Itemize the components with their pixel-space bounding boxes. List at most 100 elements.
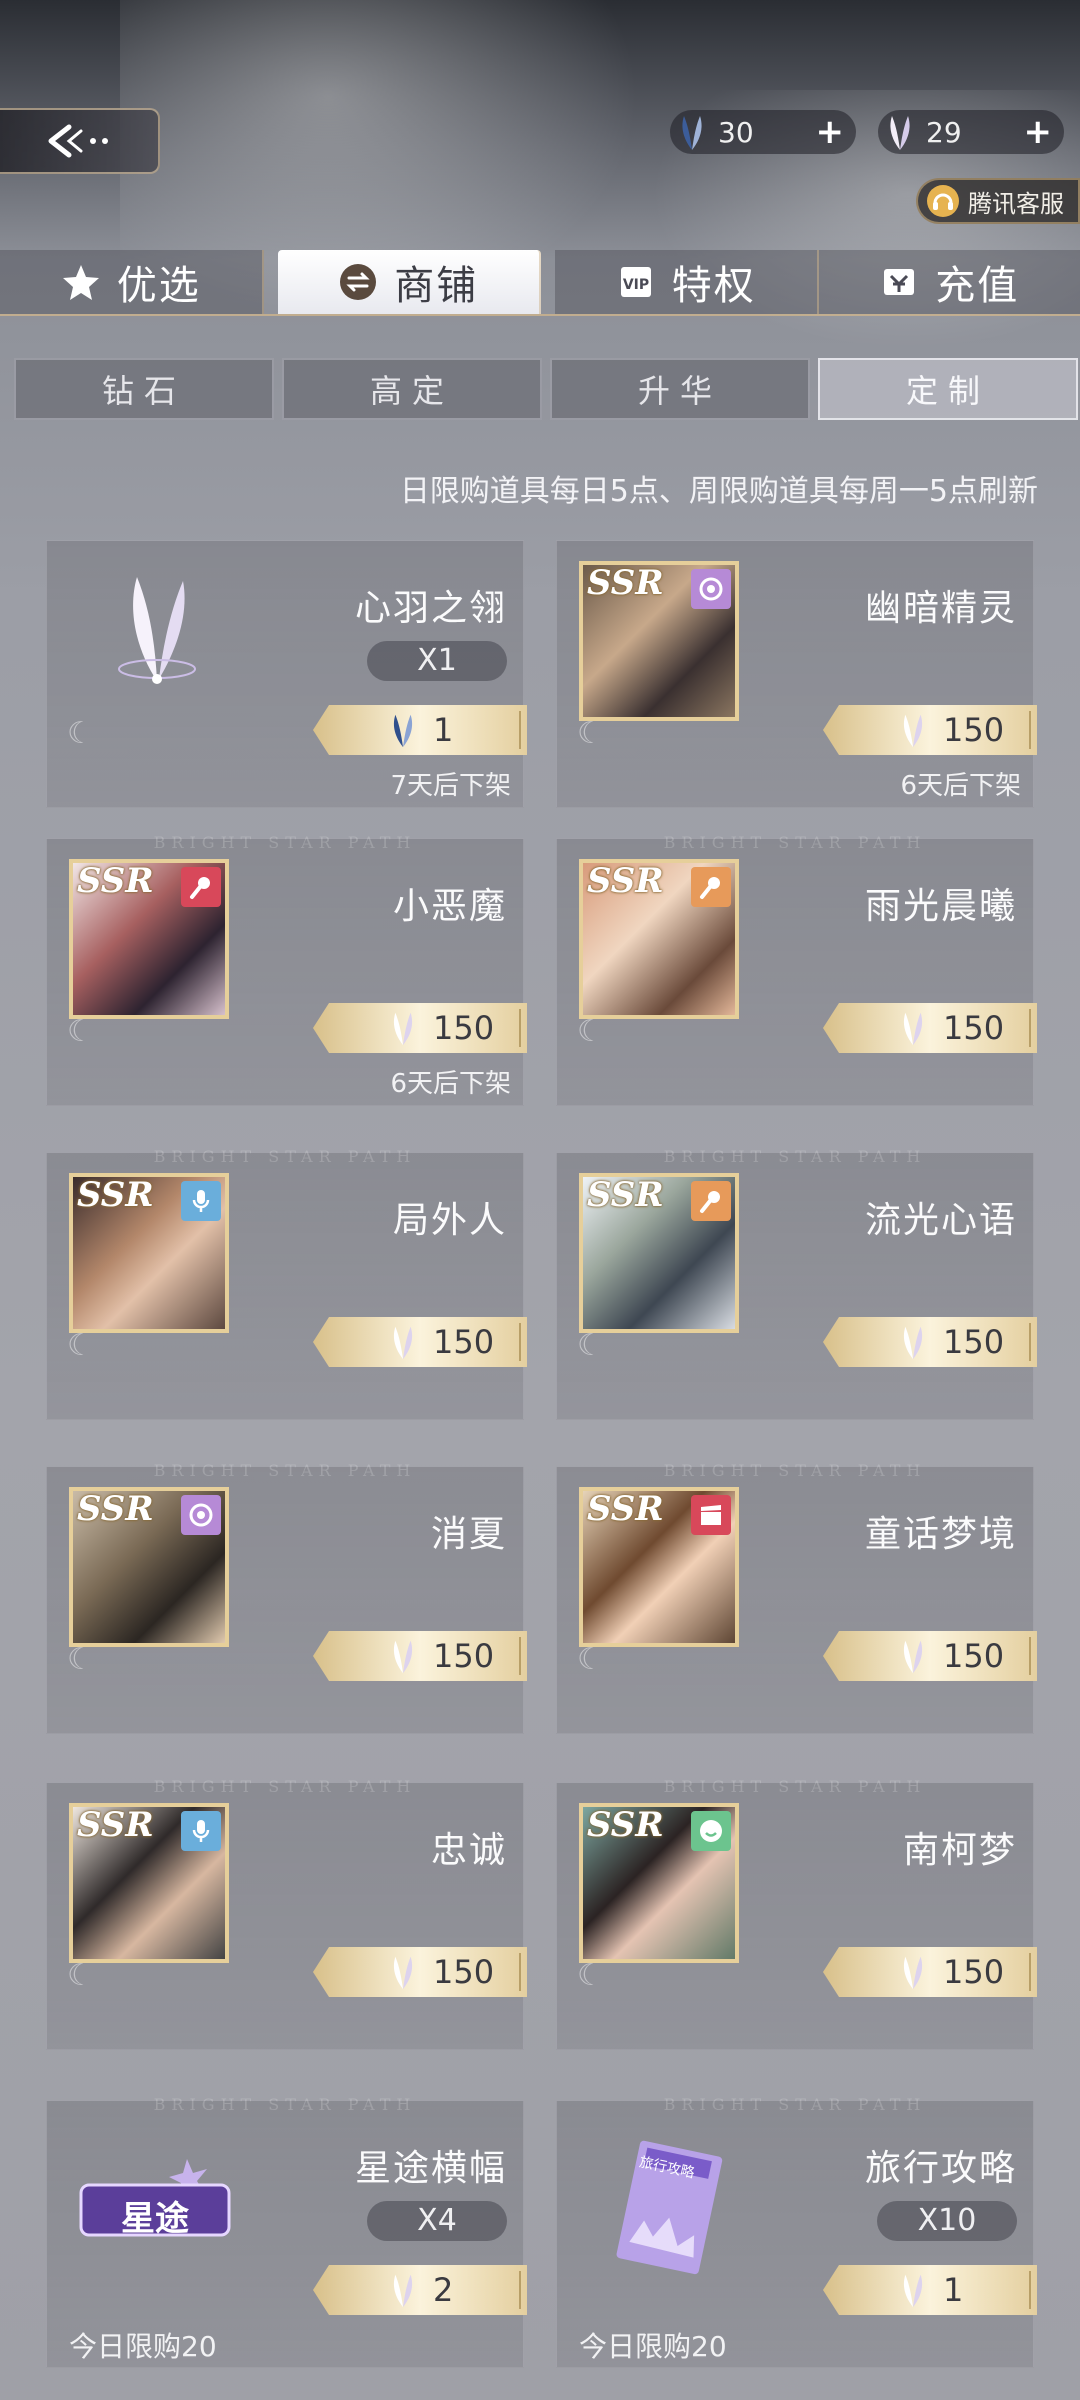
shop-item-card[interactable]: 心羽之翎 X1 ☾ 1 7天后下架 (46, 540, 527, 808)
add-currency-button[interactable]: + (1024, 112, 1053, 152)
buy-price-button[interactable]: 150 (823, 1003, 1037, 1053)
tab-shop[interactable]: 商铺 (277, 250, 541, 314)
buy-price-button[interactable]: 150 (313, 1317, 527, 1367)
currency-blue-feather: 30 + (670, 110, 856, 154)
delist-timer: 6天后下架 (390, 1069, 511, 1099)
character-portrait: SSR (579, 1803, 739, 1963)
white-feather-icon (393, 1012, 413, 1046)
vip-card-icon: VIP (620, 267, 651, 297)
item-name: 小恶魔 (392, 886, 507, 927)
subtab-label: 高定 (369, 372, 454, 410)
rarity-label: SSR (587, 1175, 664, 1215)
item-name: 心羽之翎 (354, 588, 507, 629)
tab-label: 充值 (935, 263, 1020, 309)
smile-icon (691, 1811, 731, 1851)
tab-recharge[interactable]: 充值 (818, 250, 1080, 314)
tab-featured[interactable]: 优选 (0, 250, 264, 314)
character-portrait: SSR (69, 1803, 229, 1963)
white-feather-icon (903, 1012, 923, 1046)
price-value: 2 (433, 2271, 454, 2309)
item-name: 幽暗精灵 (864, 588, 1017, 629)
circle-record-icon (691, 569, 731, 609)
moon-icon: ☾ (67, 1642, 94, 1677)
currency-value: 30 (718, 115, 754, 149)
buy-price-button[interactable]: 150 (313, 1947, 527, 1997)
back-button[interactable] (0, 108, 160, 174)
white-feather-icon (890, 116, 910, 150)
character-portrait: SSR (579, 859, 739, 1019)
white-feather-icon (903, 1640, 923, 1674)
currency-white-feather: 29 + (878, 110, 1064, 154)
sub-tabs: 钻石 高定 升华 定制 (0, 358, 1080, 420)
item-quantity: X10 (877, 2201, 1017, 2241)
white-feather-icon (393, 1326, 413, 1360)
podcast-mic-icon (181, 1811, 221, 1851)
buy-price-button[interactable]: 150 (313, 1003, 527, 1053)
shop-item-card[interactable]: SSR 幽暗精灵 ☾ 150 6天后下架 (556, 540, 1037, 808)
shop-item-card[interactable]: BRIGHT STAR PATH SSR 局外人 ☾ 150 (46, 1147, 527, 1420)
back-arrow-icon (48, 124, 108, 158)
buy-price-button[interactable]: 150 (823, 1317, 1037, 1367)
price-value: 150 (433, 1323, 495, 1361)
subtab-couture[interactable]: 高定 (282, 358, 542, 420)
item-name: 流光心语 (864, 1200, 1017, 1241)
price-value: 1 (433, 711, 454, 749)
buy-price-button[interactable]: 150 (823, 705, 1037, 755)
shop-item-card[interactable]: BRIGHT STAR PATH 旅行攻略 旅行攻略 X10 1 今日限购20 (556, 2095, 1037, 2368)
subtab-custom[interactable]: 定制 (818, 358, 1078, 420)
white-feather-icon (393, 2274, 413, 2308)
moon-icon: ☾ (577, 1014, 604, 1049)
watermark: BRIGHT STAR PATH (153, 833, 417, 852)
shop-item-card[interactable]: BRIGHT STAR PATH SSR 小恶魔 ☾ 150 6天后下架 (46, 833, 527, 1106)
subtab-sublimation[interactable]: 升华 (550, 358, 810, 420)
customer-service-button[interactable]: 腾讯客服 (916, 178, 1080, 224)
buy-price-button[interactable]: 150 (313, 1631, 527, 1681)
add-currency-button[interactable]: + (816, 112, 845, 152)
shop-item-card[interactable]: BRIGHT STAR PATH SSR 南柯梦 ☾ 150 (556, 1777, 1037, 2050)
price-value: 150 (943, 711, 1005, 749)
rarity-label: SSR (587, 1489, 664, 1529)
price-value: 150 (433, 1953, 495, 1991)
subtab-label: 钻石 (101, 372, 186, 410)
buy-price-button[interactable]: 1 (313, 705, 527, 755)
shop-item-card[interactable]: BRIGHT STAR PATH SSR 雨光晨曦 ☾ 150 (556, 833, 1037, 1106)
watermark: BRIGHT STAR PATH (153, 1147, 417, 1166)
feather-quill-icon (118, 577, 196, 684)
shop-item-card[interactable]: BRIGHT STAR PATH SSR 童话梦境 ☾ 150 (556, 1461, 1037, 1734)
refresh-notice: 日限购道具每日5点、周限购道具每周一5点刷新 (399, 474, 1038, 509)
watermark: BRIGHT STAR PATH (153, 1777, 417, 1796)
white-feather-icon (903, 2274, 923, 2308)
microphone-icon (181, 867, 221, 907)
rarity-label: SSR (587, 563, 664, 603)
rarity-label: SSR (587, 1805, 664, 1845)
price-value: 150 (943, 1637, 1005, 1675)
price-value: 150 (943, 1323, 1005, 1361)
tab-label: 特权 (671, 263, 756, 309)
buy-price-button[interactable]: 150 (823, 1631, 1037, 1681)
shop-item-card[interactable]: BRIGHT STAR PATH SSR 忠诚 ☾ 150 (46, 1777, 527, 2050)
buy-price-button[interactable]: 150 (823, 1947, 1037, 1997)
watermark: BRIGHT STAR PATH (663, 833, 927, 852)
rarity-label: SSR (77, 861, 154, 901)
circle-record-icon (181, 1495, 221, 1535)
tab-privilege[interactable]: VIP 特权 (555, 250, 819, 314)
character-portrait: SSR (579, 1173, 739, 1333)
subtab-diamond[interactable]: 钻石 (14, 358, 274, 420)
moon-icon: ☾ (577, 1642, 604, 1677)
item-name: 消夏 (430, 1514, 507, 1555)
white-feather-icon (393, 1956, 413, 1990)
buy-price-button[interactable]: 2 (313, 2265, 527, 2315)
shop-item-card[interactable]: BRIGHT STAR PATH SSR 流光心语 ☾ 150 (556, 1147, 1037, 1420)
price-value: 150 (943, 1009, 1005, 1047)
character-portrait: SSR (69, 859, 229, 1019)
shop-item-card[interactable]: BRIGHT STAR PATH 星途 星途横幅 X4 2 今日限购20 (46, 2095, 527, 2368)
microphone-icon (691, 1181, 731, 1221)
watermark: BRIGHT STAR PATH (663, 1777, 927, 1796)
character-portrait: SSR (69, 1173, 229, 1333)
watermark: BRIGHT STAR PATH (663, 1461, 927, 1480)
tab-label: 商铺 (394, 263, 479, 309)
buy-price-button[interactable]: 1 (823, 2265, 1037, 2315)
shop-item-card[interactable]: BRIGHT STAR PATH SSR 消夏 ☾ 150 (46, 1461, 527, 1734)
item-name: 南柯梦 (902, 1830, 1017, 1871)
item-name: 星途横幅 (354, 2148, 507, 2189)
